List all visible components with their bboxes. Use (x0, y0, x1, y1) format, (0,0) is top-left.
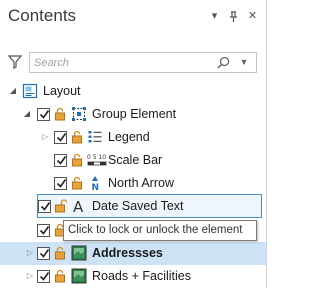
visibility-checkbox[interactable] (54, 154, 67, 167)
map-frame-icon (71, 245, 87, 261)
tree-item-north-arrow[interactable]: N North Arrow (0, 172, 266, 195)
tree-item-label: Legend (108, 130, 150, 144)
title-bar: Contents ▾ ✕ (0, 0, 266, 34)
lock-icon[interactable] (71, 153, 83, 167)
expand-chevron-right-icon[interactable]: ▷ (25, 271, 35, 281)
search-options-chevron-down-icon[interactable]: ▼ (238, 56, 250, 69)
tree-item-label: Date Saved Text (92, 199, 184, 213)
search-icon[interactable] (217, 56, 230, 69)
tree-item-label: Scale Bar (108, 153, 163, 167)
lock-icon[interactable] (54, 269, 66, 283)
search-input[interactable] (32, 54, 212, 71)
tree-item-scale-bar[interactable]: 0 5 10 Scale Bar (0, 149, 266, 172)
tree-item-date-saved-text[interactable]: A Date Saved Text (37, 194, 262, 218)
expand-chevron-icon[interactable]: ◢ (8, 86, 18, 96)
visibility-checkbox[interactable] (37, 224, 50, 237)
tree-item-group-element[interactable]: ◢ Group Element (0, 103, 266, 126)
lock-icon[interactable] (54, 107, 66, 121)
svg-text:A: A (73, 198, 84, 214)
visibility-checkbox[interactable] (37, 108, 50, 121)
pin-icon[interactable] (228, 11, 239, 22)
tree-item-roads-facilities[interactable]: ▷ Roads + Facilities (0, 265, 266, 288)
lock-icon[interactable] (71, 176, 83, 190)
visibility-checkbox[interactable] (37, 247, 50, 260)
north-arrow-icon: N (87, 175, 103, 193)
svg-text:0 5 10: 0 5 10 (87, 154, 106, 161)
tree-item-legend[interactable]: ▷ Legend (0, 126, 266, 149)
layout-icon (22, 83, 38, 99)
group-element-icon (71, 106, 87, 122)
lock-tooltip: Click to lock or unlock the element (63, 220, 257, 241)
visibility-checkbox[interactable] (38, 200, 51, 213)
visibility-checkbox[interactable] (54, 177, 67, 190)
tree-item-label: Layout (43, 84, 81, 98)
tree-item-addresses[interactable]: ▷ Addressses (0, 242, 266, 265)
contents-pane: Contents ▾ ✕ ▼ ◢ Layout ◢ (0, 0, 267, 288)
menu-dropdown-icon[interactable]: ▾ (209, 11, 220, 22)
title-buttons: ▾ ✕ (209, 11, 258, 22)
lock-icon[interactable] (71, 130, 83, 144)
text-element-icon: A (71, 198, 87, 216)
scale-bar-icon: 0 5 10 (87, 152, 107, 168)
lock-icon[interactable] (54, 246, 66, 260)
search-box: ▼ (29, 52, 257, 73)
tree-item-label: North Arrow (108, 176, 174, 190)
close-icon[interactable]: ✕ (247, 11, 258, 22)
expand-chevron-right-icon[interactable]: ▷ (25, 248, 35, 258)
legend-icon (87, 129, 103, 145)
tree-item-layout[interactable]: ◢ Layout (0, 80, 266, 103)
map-frame-icon (71, 268, 87, 284)
svg-text:N: N (92, 183, 100, 191)
expand-chevron-icon[interactable]: ◢ (22, 109, 32, 119)
visibility-checkbox[interactable] (37, 270, 50, 283)
expand-chevron-right-icon[interactable]: ▷ (40, 132, 50, 142)
tree-item-label: Roads + Facilities (92, 269, 191, 283)
unlock-icon[interactable] (55, 199, 68, 213)
visibility-checkbox[interactable] (54, 131, 67, 144)
tree-item-label: Addressses (92, 246, 163, 260)
pane-title: Contents (8, 6, 77, 25)
tree-item-label: Group Element (92, 107, 177, 121)
filter-icon[interactable] (7, 55, 23, 69)
